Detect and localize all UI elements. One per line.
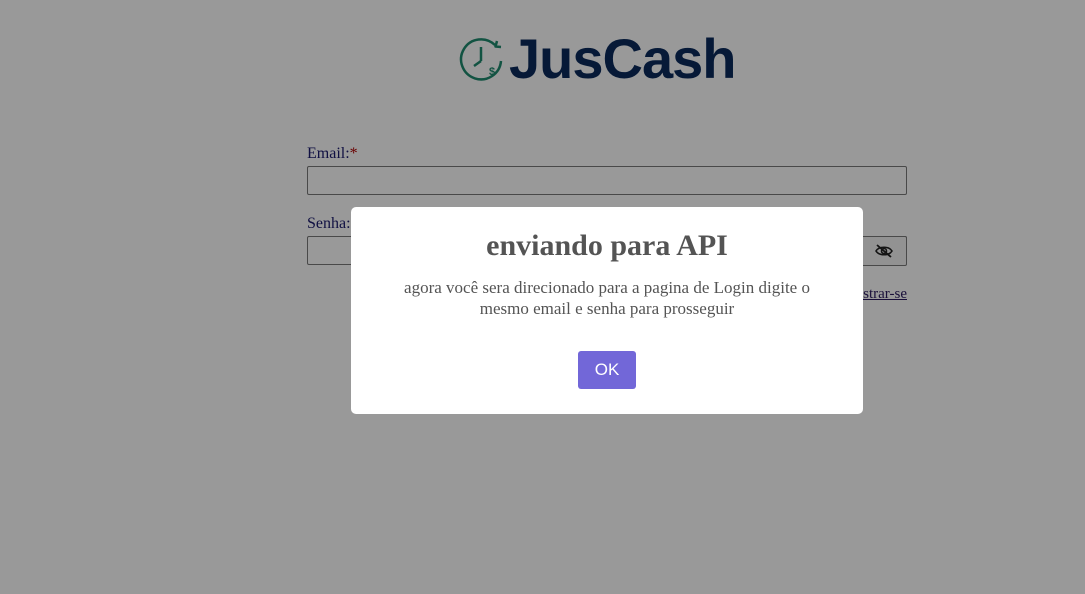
dialog-title: enviando para API — [486, 229, 728, 262]
dialog-message: agora você sera direcionado para a pagin… — [404, 278, 810, 318]
login-page: $ JusCash Email:* Senha: Registrar-se en… — [0, 0, 1085, 594]
ok-button[interactable]: OK — [578, 351, 636, 389]
alert-dialog: enviando para API agora você sera direci… — [351, 207, 863, 414]
